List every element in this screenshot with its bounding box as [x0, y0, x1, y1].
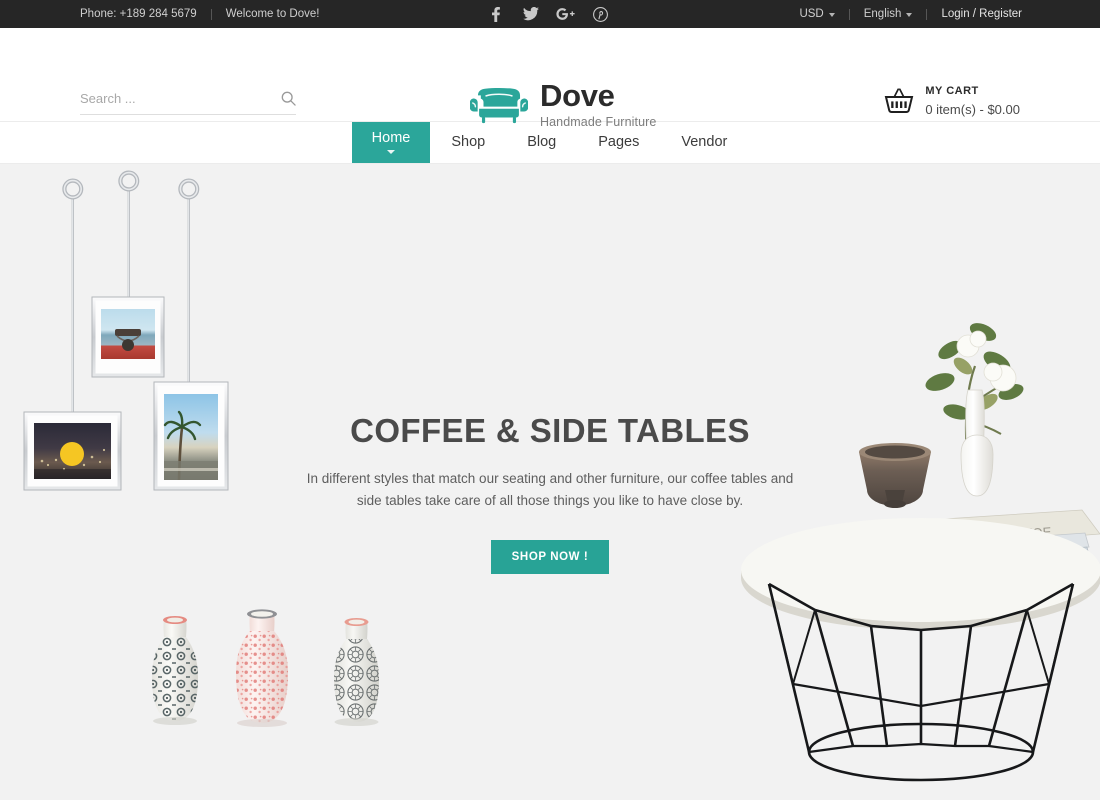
facebook-icon[interactable]: [478, 0, 513, 28]
cart-summary: 0 item(s) - $0.00: [925, 102, 1020, 117]
main-navigation: Home Shop Blog Pages Vendor: [0, 122, 1100, 164]
nav-item-home[interactable]: Home: [351, 122, 431, 163]
nav-label: Vendor: [681, 134, 728, 151]
topbar-right-group: USD English Login / Register: [799, 8, 1022, 20]
welcome-message: Welcome to Dove!: [225, 8, 320, 20]
hero-description: In different styles that match our seati…: [306, 471, 794, 509]
hero-content: COFFEE & SIDE TABLES In different styles…: [0, 412, 1100, 574]
language-selector[interactable]: English: [864, 8, 913, 20]
nav-items: Home Shop Blog Pages Vendor: [351, 122, 749, 163]
login-register-link[interactable]: Login / Register: [941, 8, 1022, 20]
currency-selector[interactable]: USD: [799, 8, 835, 20]
currency-value: USD: [799, 8, 824, 20]
top-utility-bar: Phone: +189 284 5679 Welcome to Dove! US…: [0, 0, 1100, 28]
basket-icon: [885, 88, 914, 113]
nav-item-blog[interactable]: Blog: [506, 122, 577, 163]
cart-button[interactable]: MY CART 0 item(s) - $0.00: [884, 86, 1020, 116]
divider: [926, 8, 928, 20]
nav-label: Pages: [598, 134, 640, 151]
social-links: [478, 0, 618, 28]
chevron-down-icon: [828, 13, 835, 17]
pinterest-icon[interactable]: [583, 0, 618, 28]
language-value: English: [863, 8, 902, 20]
nav-item-pages[interactable]: Pages: [577, 122, 660, 163]
search-bar: [80, 91, 296, 115]
logo-name: Dove: [540, 78, 615, 113]
shop-now-button[interactable]: SHOP NOW !: [490, 539, 610, 574]
nav-label: Shop: [451, 134, 486, 151]
search-icon: [281, 91, 296, 106]
sofa-icon: [470, 88, 528, 124]
cart-title: MY CART: [925, 85, 979, 97]
search-submit-button[interactable]: [281, 91, 296, 106]
nav-label: Home: [371, 129, 411, 146]
chevron-down-icon: [906, 13, 913, 17]
chevron-down-icon: [387, 150, 395, 155]
site-header: Dove Handmade Furniture MY CART 0 item(s…: [0, 28, 1100, 128]
google-plus-icon[interactable]: [548, 0, 583, 28]
hero-slider: COFFEE & SIDE TABLES In different styles…: [0, 164, 1100, 800]
divider: [210, 8, 212, 20]
twitter-icon[interactable]: [513, 0, 548, 28]
hero-title: COFFEE & SIDE TABLES: [350, 412, 750, 449]
nav-label: Blog: [527, 134, 557, 151]
nav-item-vendor[interactable]: Vendor: [660, 122, 748, 163]
phone-number: Phone: +189 284 5679: [80, 8, 197, 20]
nav-item-shop[interactable]: Shop: [430, 122, 506, 163]
topbar-left-group: Phone: +189 284 5679 Welcome to Dove!: [80, 8, 319, 20]
search-input[interactable]: [80, 91, 281, 106]
divider: [848, 8, 850, 20]
ceramic-vases-image: [118, 607, 408, 767]
